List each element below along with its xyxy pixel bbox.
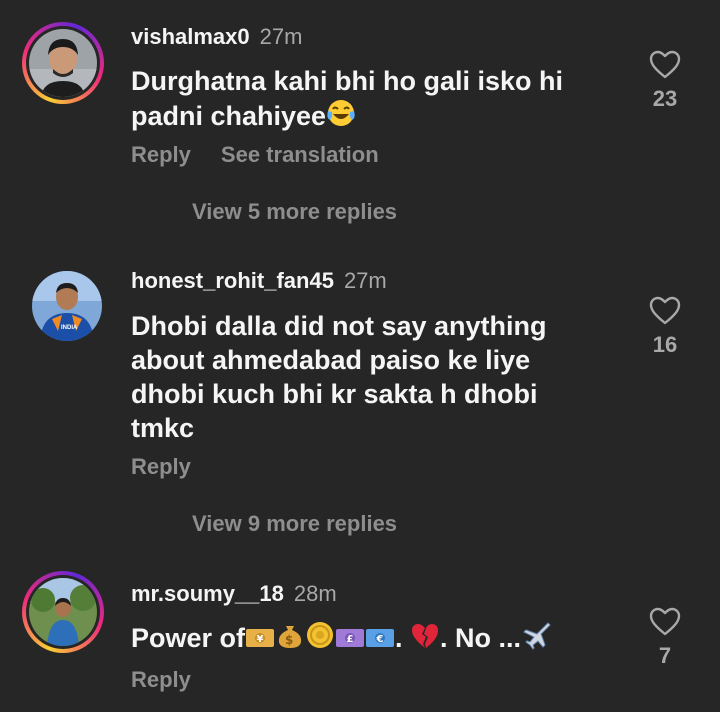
svg-text:$: $ <box>285 633 293 647</box>
comment-header: honest_rohit_fan45 27m <box>131 268 387 294</box>
comment-actions: Reply <box>131 667 221 693</box>
like-control: 7 <box>640 607 690 669</box>
view-more-replies-button[interactable]: View 9 more replies <box>192 511 397 537</box>
airplane-emoji-icon <box>521 620 551 658</box>
avatar <box>29 578 97 646</box>
username[interactable]: honest_rohit_fan45 <box>131 268 334 293</box>
like-count: 23 <box>652 86 678 111</box>
comment-text: Durghatna kahi bhi ho gali isko hi padni… <box>131 64 601 136</box>
comment-header: mr.soumy__18 28m <box>131 581 337 607</box>
pound-banknote-emoji-icon: £ <box>335 624 365 658</box>
heart-outline-icon[interactable] <box>649 296 681 326</box>
comment-text: Power of ¥ $ £ €. . No ... <box>131 620 611 658</box>
timestamp: 27m <box>343 268 387 293</box>
avatar-image: INDIA <box>32 271 102 341</box>
laughing-tears-emoji-icon <box>326 98 356 136</box>
avatar[interactable]: INDIA <box>32 271 102 341</box>
comment-actions: Reply <box>131 454 221 480</box>
timestamp: 28m <box>293 581 337 606</box>
svg-text:£: £ <box>347 634 354 645</box>
svg-text:INDIA: INDIA <box>61 325 78 331</box>
username[interactable]: vishalmax0 <box>131 24 250 49</box>
comment-text: Dhobi dalla did not say anything about a… <box>131 311 547 443</box>
view-more-replies-button[interactable]: View 5 more replies <box>192 199 397 225</box>
like-count: 7 <box>658 643 672 668</box>
svg-text:€: € <box>376 634 384 645</box>
avatar <box>29 29 97 97</box>
see-translation-button[interactable]: See translation <box>221 142 379 167</box>
comment-actions: Reply See translation <box>131 142 409 168</box>
euro-banknote-emoji-icon: € <box>365 624 395 658</box>
coin-emoji-icon <box>305 620 335 658</box>
username[interactable]: mr.soumy__18 <box>131 581 284 606</box>
reply-button[interactable]: Reply <box>131 454 191 479</box>
comment-header: vishalmax0 27m <box>131 24 302 50</box>
svg-text:¥: ¥ <box>257 634 264 645</box>
avatar-story-ring[interactable] <box>22 571 104 653</box>
reply-button[interactable]: Reply <box>131 142 191 167</box>
like-control: 23 <box>640 50 690 112</box>
yen-banknote-emoji-icon: ¥ <box>245 624 275 658</box>
timestamp: 27m <box>259 24 303 49</box>
broken-heart-emoji-icon <box>410 622 440 658</box>
like-control: 16 <box>640 296 690 358</box>
like-count: 16 <box>652 332 678 357</box>
heart-outline-icon[interactable] <box>649 50 681 80</box>
heart-outline-icon[interactable] <box>649 607 681 637</box>
money-bag-emoji-icon: $ <box>275 620 305 658</box>
reply-button[interactable]: Reply <box>131 667 191 692</box>
avatar-story-ring[interactable] <box>22 22 104 104</box>
